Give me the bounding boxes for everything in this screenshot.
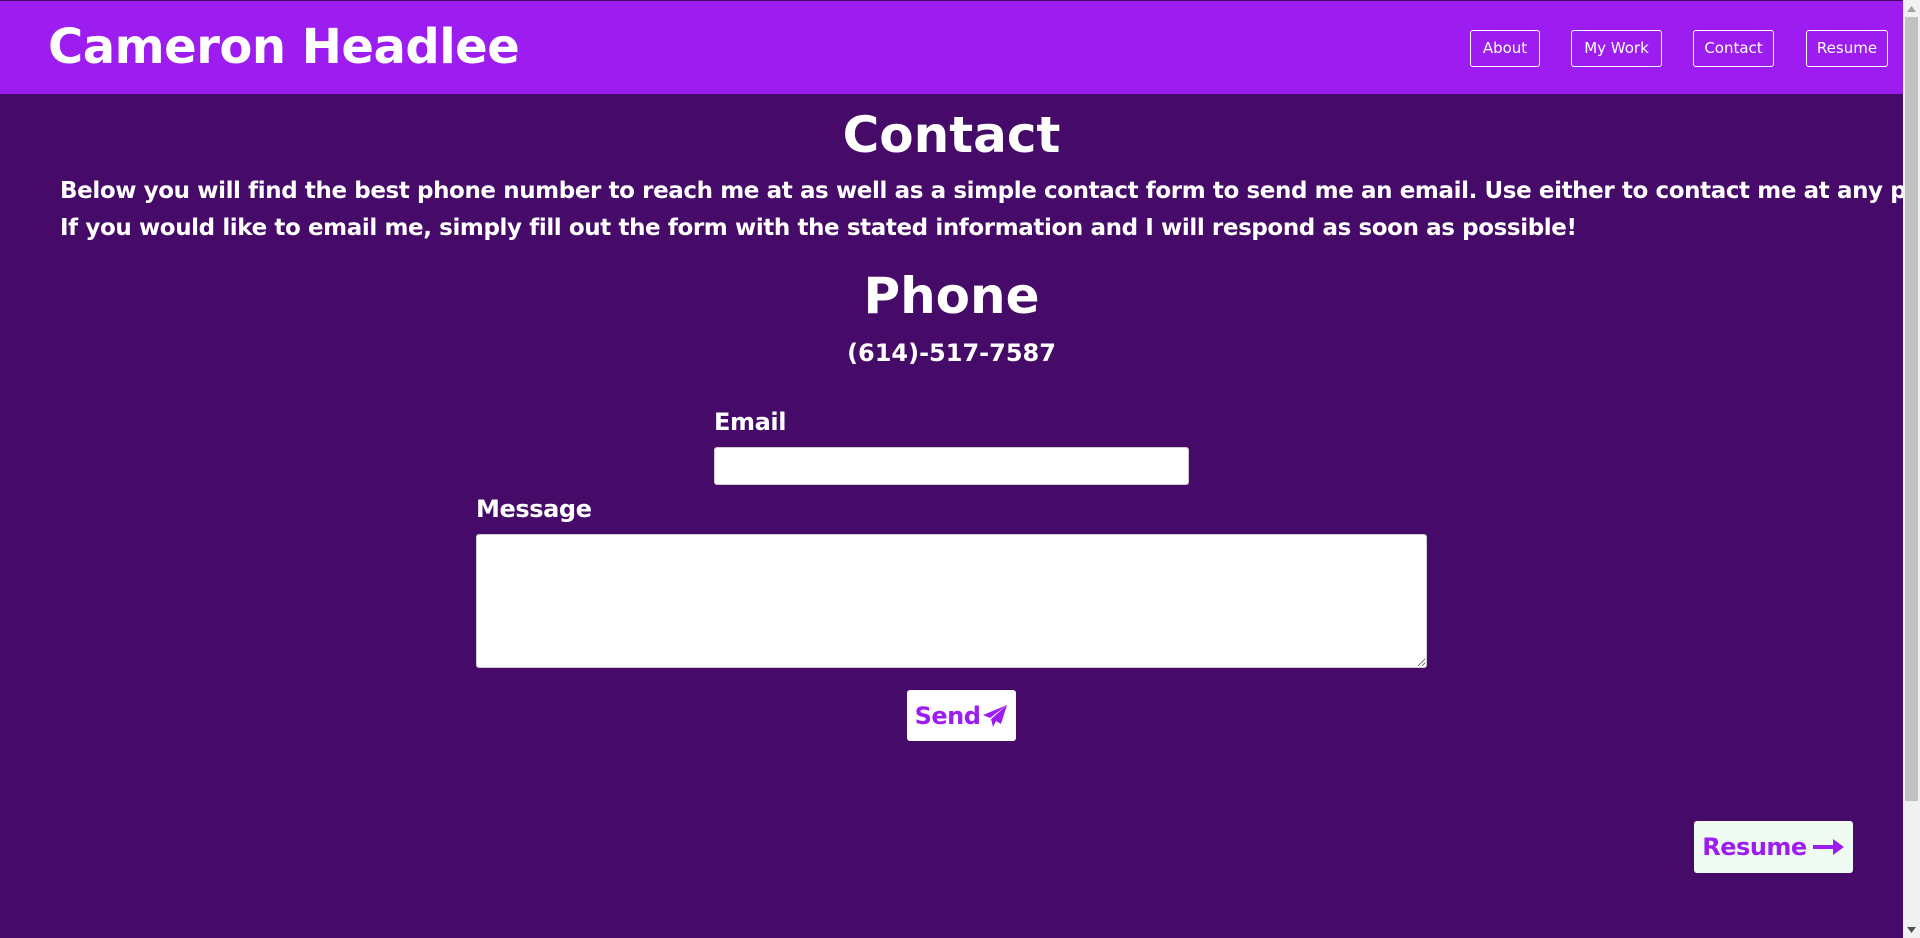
scrollbar-thumb[interactable] <box>1905 17 1918 801</box>
email-label: Email <box>714 408 787 436</box>
email-field[interactable] <box>714 447 1189 485</box>
resume-next-button[interactable]: Resume <box>1694 821 1853 873</box>
send-button[interactable]: Send <box>907 690 1016 741</box>
arrow-right-icon <box>1812 839 1844 855</box>
page-scrollbar[interactable] <box>1903 0 1920 938</box>
phone-number: (614)-517-7587 <box>847 339 1056 367</box>
nav-about-button[interactable]: About <box>1470 30 1540 67</box>
paper-plane-icon <box>983 704 1008 727</box>
intro-text: Below you will find the best phone numbe… <box>60 173 1920 247</box>
site-title: Cameron Headlee <box>48 19 520 75</box>
message-field[interactable] <box>476 534 1427 668</box>
nav-contact-button[interactable]: Contact <box>1693 30 1774 67</box>
nav-resume-button[interactable]: Resume <box>1806 30 1888 67</box>
site-header: Cameron Headlee About My Work Contact Re… <box>0 1 1903 94</box>
phone-heading: Phone <box>863 267 1040 325</box>
intro-line: If you would like to email me, simply fi… <box>60 215 1577 241</box>
scroll-down-arrow-icon[interactable] <box>1903 921 1920 938</box>
page-title: Contact <box>842 106 1061 164</box>
send-button-label: Send <box>914 701 981 730</box>
message-label: Message <box>476 495 592 523</box>
nav-my-work-button[interactable]: My Work <box>1571 30 1662 67</box>
scroll-up-arrow-icon[interactable] <box>1903 0 1920 17</box>
intro-line: Below you will find the best phone numbe… <box>60 178 1920 204</box>
resume-button-label: Resume <box>1702 833 1807 861</box>
